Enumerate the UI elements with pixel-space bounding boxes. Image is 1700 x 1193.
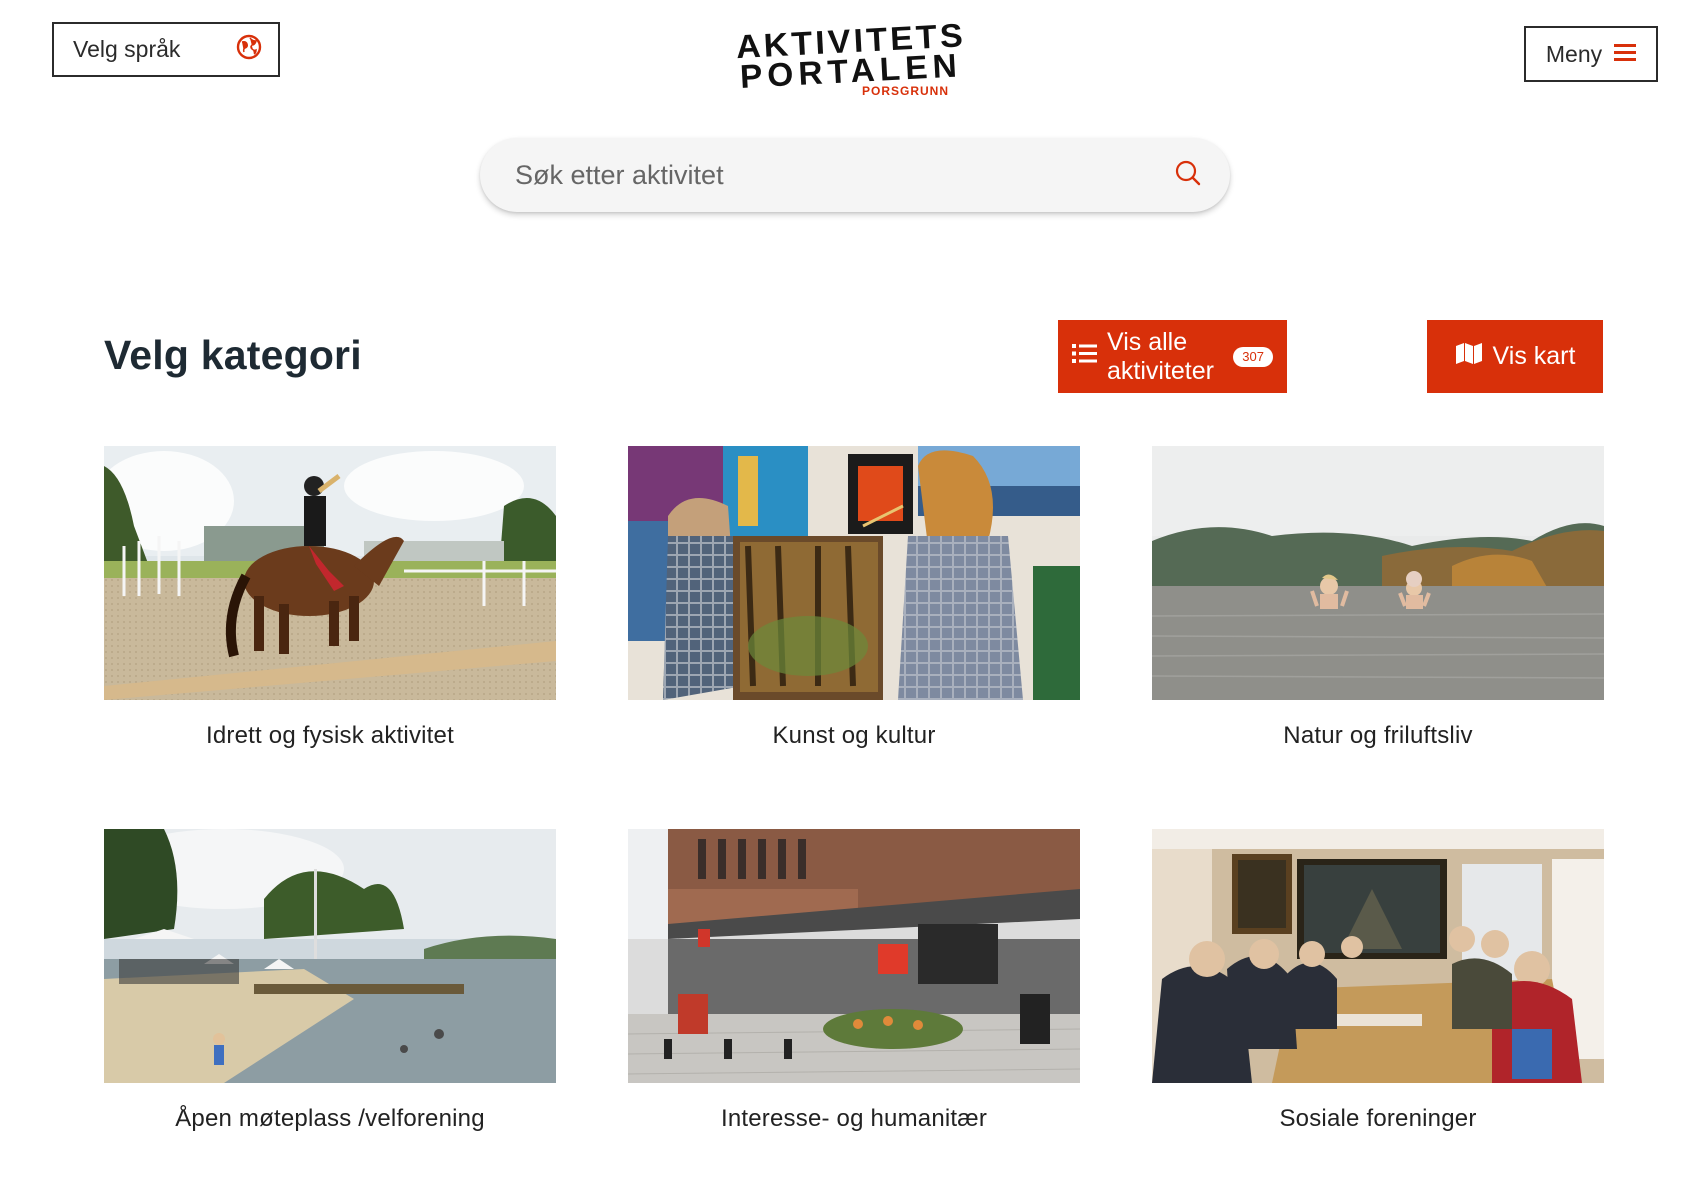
search-icon[interactable] — [1174, 159, 1202, 192]
category-card-natur[interactable]: Natur og friluftsliv — [1152, 446, 1604, 750]
show-all-activities-button[interactable]: Vis alle aktiviteter 307 — [1058, 320, 1287, 393]
site-logo[interactable]: AKTIVITETS PORTALEN PORSGRUNN — [735, 14, 972, 100]
show-map-button[interactable]: Vis kart — [1427, 320, 1603, 393]
language-select-label: Velg språk — [73, 36, 181, 62]
category-card-kunst[interactable]: Kunst og kultur — [628, 446, 1080, 750]
category-card-sosiale[interactable]: Sosiale foreninger — [1152, 829, 1604, 1133]
category-card-interesse[interactable]: Interesse- og humanitær — [628, 829, 1080, 1133]
list-icon — [1072, 342, 1097, 371]
category-card-moteplass[interactable]: Åpen møteplass /velforening — [104, 829, 556, 1133]
category-image[interactable] — [104, 446, 556, 700]
category-image[interactable] — [1152, 446, 1604, 700]
activity-count-badge: 307 — [1233, 346, 1273, 367]
search-input[interactable] — [515, 159, 1174, 191]
category-label[interactable]: Kunst og kultur — [628, 722, 1080, 750]
menu-label: Meny — [1545, 40, 1603, 67]
show-map-label: Vis kart — [1492, 342, 1576, 370]
globe-icon — [236, 34, 262, 65]
category-card-idrett[interactable]: Idrett og fysisk aktivitet — [104, 446, 556, 750]
category-image[interactable] — [628, 829, 1080, 1083]
hamburger-icon — [1614, 43, 1637, 66]
category-image[interactable] — [104, 829, 556, 1083]
menu-button[interactable]: Meny — [1524, 26, 1658, 82]
language-select-button[interactable]: Velg språk — [52, 22, 280, 77]
logo-subline: PORSGRUNN — [862, 84, 949, 98]
page-title: Velg kategori — [104, 332, 362, 378]
category-label[interactable]: Sosiale foreninger — [1152, 1105, 1604, 1133]
search-bar — [480, 138, 1230, 212]
category-label[interactable]: Åpen møteplass /velforening — [104, 1105, 556, 1133]
category-label[interactable]: Interesse- og humanitær — [628, 1105, 1080, 1133]
category-image[interactable] — [1152, 829, 1604, 1083]
category-label[interactable]: Idrett og fysisk aktivitet — [104, 722, 556, 750]
category-image[interactable] — [628, 446, 1080, 700]
show-all-activities-label: Vis alle aktiviteter — [1107, 327, 1214, 385]
map-icon — [1455, 342, 1483, 371]
category-label[interactable]: Natur og friluftsliv — [1152, 722, 1604, 750]
